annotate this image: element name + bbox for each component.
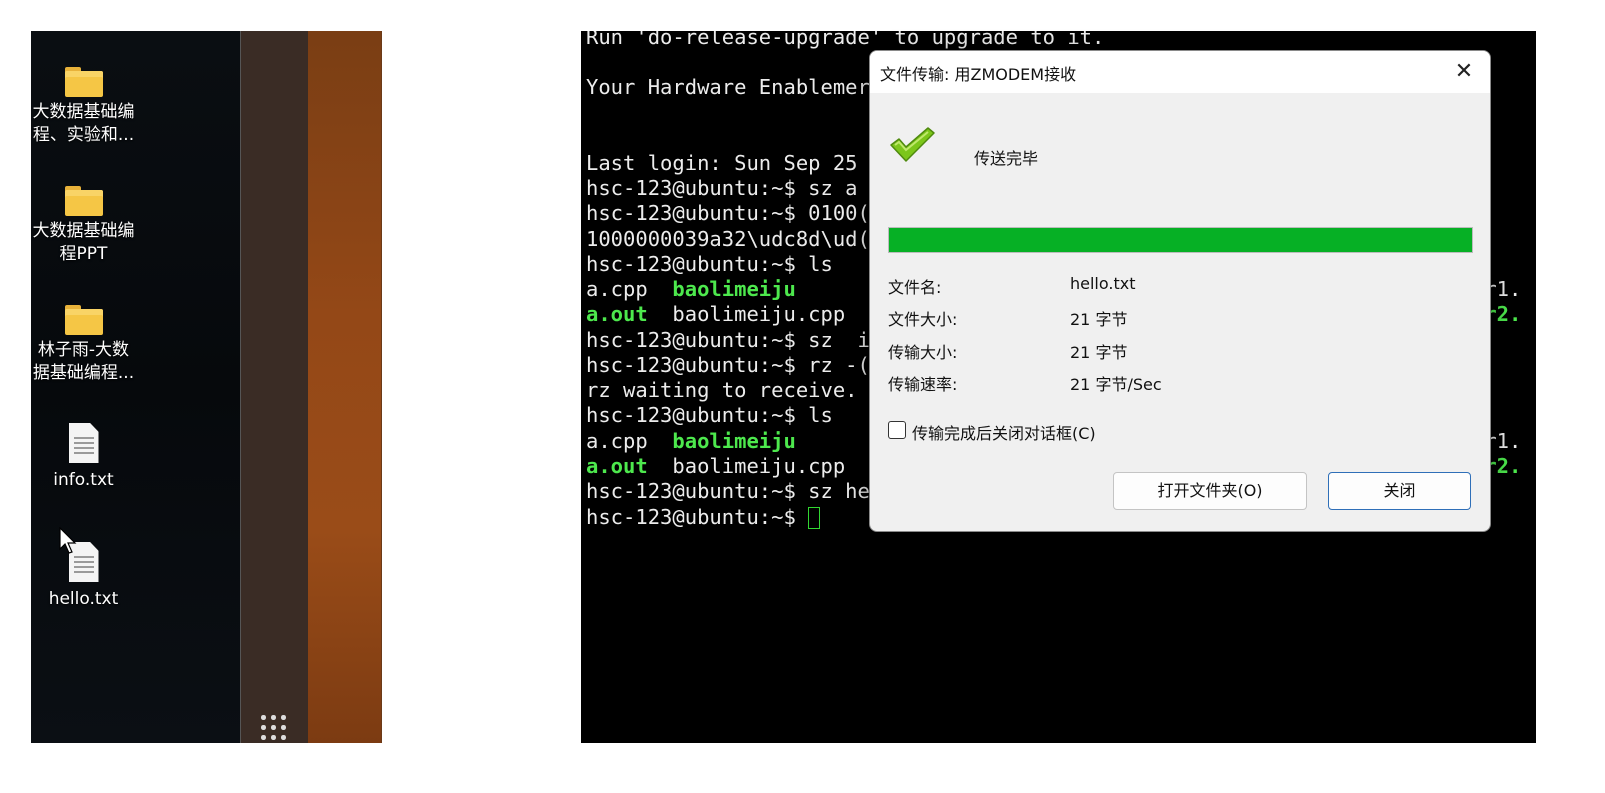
terminal-line: hsc-123@ubuntu:~$ ls — [586, 403, 833, 427]
terminal-prompt-line: hsc-123@ubuntu:~$ — [586, 505, 821, 530]
folder-icon — [64, 67, 103, 97]
desktop-icon-label: hello.txt — [48, 589, 119, 609]
speed-label: 传输速率: — [888, 375, 958, 394]
terminal-file: a.cpp — [586, 277, 673, 301]
terminal-ls-row: a.out baolimeiju.cpp — [586, 454, 845, 479]
close-icon[interactable]: ✕ — [1448, 57, 1480, 87]
terminal-line: Your Hardware Enablemer — [586, 75, 870, 99]
terminal-line: Run 'do-release-upgrade' to upgrade to i… — [586, 31, 1105, 49]
desktop-icon-label: 林子雨-大数 — [37, 340, 130, 360]
desktop-icon-label: info.txt — [53, 470, 114, 490]
terminal-line: rz waiting to receive. — [586, 378, 858, 402]
transferred-value: 21 字节 — [1070, 343, 1128, 362]
desktop-icon-label: 据基础编程... — [32, 363, 135, 383]
desktop-wallpaper — [308, 31, 381, 743]
terminal-ls-row: a.out baolimeiju.cpp — [586, 302, 845, 327]
desktop-icon-label: 程PPT — [59, 244, 108, 264]
terminal-directory: baolimeiju — [672, 429, 796, 453]
close-after-transfer-checkbox[interactable] — [888, 421, 906, 439]
blank-window-area — [381, 31, 582, 743]
filesize-value: 21 字节 — [1070, 310, 1128, 329]
terminal-directory: baolimeiju — [672, 277, 796, 301]
desktop-folder-1[interactable]: 大数据基础编 程、实验和... — [31, 67, 136, 147]
terminal-file: a.cpp — [586, 429, 673, 453]
open-folder-button[interactable]: 打开文件夹(O) — [1113, 472, 1307, 510]
desktop-icon-label: 大数据基础编 — [32, 102, 135, 122]
terminal-executable: a.out — [586, 302, 648, 326]
terminal-line: hsc-123@ubuntu:~$ 0100( — [586, 201, 870, 225]
terminal-file: baolimeiju.cpp — [647, 454, 846, 478]
terminal-line: Last login: Sun Sep 25 — [586, 151, 858, 175]
zmodem-transfer-dialog: 文件传输: 用ZMODEM接收 ✕ 传送完毕 文件名: hello.txt 文件… — [869, 50, 1491, 532]
filename-value: hello.txt — [1070, 274, 1136, 293]
terminal-prompt: hsc-123@ubuntu:~$ — [586, 505, 809, 529]
desktop-folder-3[interactable]: 林子雨-大数 据基础编程... — [31, 305, 136, 385]
terminal-ls-row: a.cpp baolimeiju — [586, 277, 796, 302]
terminal-line: hsc-123@ubuntu:~$ ls — [586, 252, 833, 276]
terminal-line: hsc-123@ubuntu:~$ sz a — [586, 176, 858, 200]
terminal-cursor — [808, 507, 821, 529]
filename-label: 文件名: — [888, 278, 942, 297]
dialog-title: 文件传输: 用ZMODEM接收 — [880, 65, 1077, 84]
show-applications-icon[interactable] — [261, 715, 289, 743]
desktop: 大数据基础编 程、实验和... 大数据基础编 程PPT 林子雨-大数 据基础编程… — [31, 31, 240, 743]
folder-icon — [64, 186, 103, 216]
filesize-label: 文件大小: — [888, 310, 958, 329]
checkmark-icon — [890, 127, 935, 162]
checkbox-label[interactable]: 传输完成后关闭对话框(C) — [912, 420, 1096, 444]
text-file-icon — [68, 423, 99, 463]
terminal-executable: a.out — [586, 454, 648, 478]
progress-fill — [889, 228, 1472, 252]
close-button[interactable]: 关闭 — [1328, 472, 1471, 510]
terminal-line: hsc-123@ubuntu:~$ sz he — [586, 479, 870, 503]
desktop-icon-label: 程、实验和... — [32, 125, 135, 145]
folder-icon — [64, 305, 103, 335]
progress-bar — [888, 227, 1473, 253]
desktop-folder-2[interactable]: 大数据基础编 程PPT — [31, 186, 136, 266]
ubuntu-dock — [240, 31, 308, 743]
dialog-titlebar[interactable]: 文件传输: 用ZMODEM接收 ✕ — [870, 51, 1490, 93]
terminal-ls-row: a.cpp baolimeiju — [586, 429, 796, 454]
desktop-file-hello[interactable]: hello.txt — [31, 542, 136, 611]
desktop-icon-label: 大数据基础编 — [32, 221, 135, 241]
terminal-file: baolimeiju.cpp — [647, 302, 846, 326]
terminal-line: 1000000039a32\udc8d\ud( — [586, 227, 870, 251]
terminal-line: hsc-123@ubuntu:~$ sz i — [586, 328, 870, 352]
desktop-file-info[interactable]: info.txt — [31, 423, 136, 492]
terminal-line: hsc-123@ubuntu:~$ rz -( — [586, 353, 870, 377]
transferred-label: 传输大小: — [888, 343, 958, 362]
speed-value: 21 字节/Sec — [1070, 375, 1162, 394]
mouse-pointer-icon — [59, 527, 77, 554]
transfer-status: 传送完毕 — [974, 149, 1039, 168]
